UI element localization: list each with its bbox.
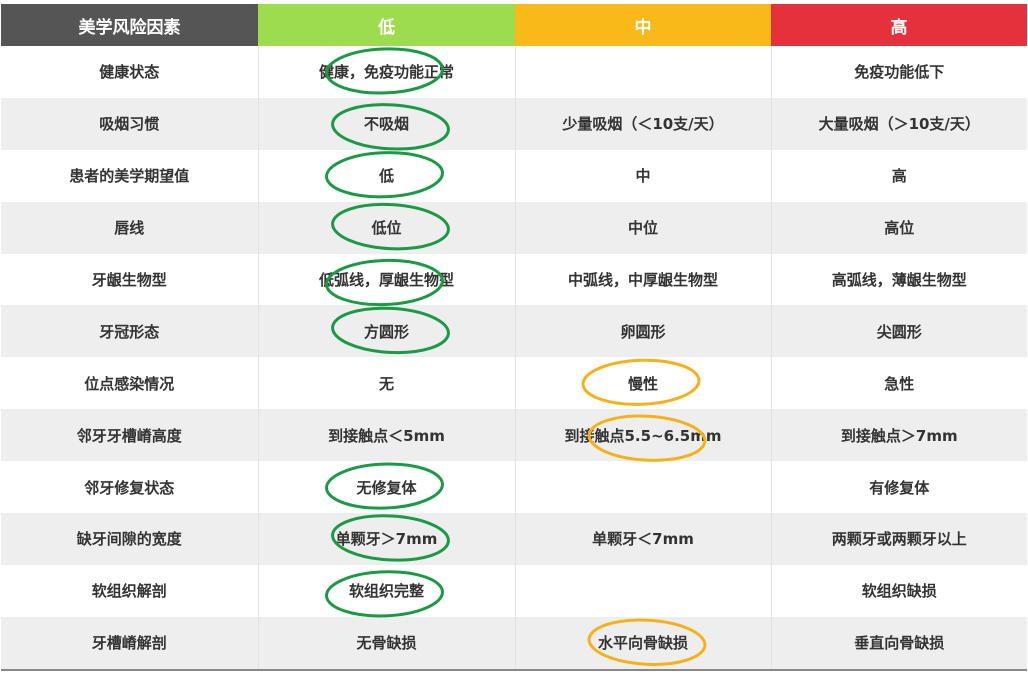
header-mid: 中 [515, 4, 771, 46]
table-header-row: 美学风险因素 低 中 高 [1, 4, 1027, 46]
table-row: 缺牙间隙的宽度 单颗牙＞7mm 单颗牙＜7mm 两颗牙或两颗牙以上 [1, 513, 1027, 565]
cell-mid: 中弧线，中厚龈生物型 [515, 253, 772, 306]
cell-mid: 少量吸烟（＜10支/天） [515, 97, 772, 150]
cell-factor: 软组织解剖 [1, 564, 259, 617]
table-row: 邻牙修复状态 无修复体 有修复体 [1, 461, 1027, 514]
cell-factor: 缺牙间隙的宽度 [1, 513, 259, 565]
cell-low: 低位 [258, 201, 516, 254]
cell-high: 到接触点＞7mm [771, 409, 1027, 462]
cell-factor: 邻牙修复状态 [1, 461, 259, 514]
cell-high: 免疫功能低下 [771, 46, 1027, 98]
cell-mid [515, 46, 772, 98]
cell-factor: 唇线 [1, 201, 259, 254]
header-factor: 美学风险因素 [1, 4, 258, 46]
header-high: 高 [771, 4, 1027, 46]
table-row: 健康状态 健康，免疫功能正常 免疫功能低下 [1, 46, 1027, 98]
cell-high: 有修复体 [771, 461, 1027, 514]
cell-mid [515, 564, 772, 617]
cell-factor: 牙槽嵴解剖 [1, 616, 259, 671]
cell-low: 低弧线，厚龈生物型 [258, 253, 516, 306]
cell-mid: 中位 [515, 201, 772, 254]
cell-high: 软组织缺损 [771, 564, 1027, 617]
cell-high: 大量吸烟（＞10支/天） [771, 97, 1027, 150]
table-row: 吸烟习惯 不吸烟 少量吸烟（＜10支/天） 大量吸烟（＞10支/天） [1, 97, 1027, 150]
cell-low: 软组织完整 [258, 564, 516, 617]
table-row: 患者的美学期望值 低 中 高 [1, 149, 1027, 202]
cell-mid: 到接触点5.5~6.5mm [515, 409, 772, 462]
cell-high: 急性 [771, 357, 1027, 410]
table-row: 位点感染情况 无 慢性 急性 [1, 357, 1027, 410]
cell-low: 单颗牙＞7mm [258, 513, 516, 565]
cell-factor: 吸烟习惯 [1, 97, 259, 150]
cell-high: 尖圆形 [771, 305, 1027, 358]
cell-low: 不吸烟 [258, 97, 516, 150]
cell-factor: 牙龈生物型 [1, 253, 259, 306]
cell-factor: 患者的美学期望值 [1, 149, 259, 202]
cell-low: 无修复体 [258, 461, 516, 514]
cell-factor: 位点感染情况 [1, 357, 259, 410]
cell-mid: 慢性 [515, 357, 772, 410]
table-row: 牙槽嵴解剖 无骨缺损 水平向骨缺损 垂直向骨缺损 [1, 616, 1027, 671]
cell-high: 两颗牙或两颗牙以上 [771, 513, 1027, 565]
cell-factor: 邻牙牙槽嵴高度 [1, 409, 259, 462]
cell-low: 无 [258, 357, 516, 410]
table-row: 邻牙牙槽嵴高度 到接触点＜5mm 到接触点5.5~6.5mm 到接触点＞7mm [1, 409, 1027, 462]
aesthetic-risk-table: 美学风险因素 低 中 高 健康状态 健康，免疫功能正常 免疫功能低下 吸烟习惯 … [1, 4, 1027, 671]
cell-low: 低 [258, 149, 516, 202]
header-low: 低 [258, 4, 515, 46]
cell-high: 高弧线，薄龈生物型 [771, 253, 1027, 306]
cell-low: 到接触点＜5mm [258, 409, 516, 462]
cell-mid: 水平向骨缺损 [515, 616, 772, 671]
risk-table-page: 美学风险因素 低 中 高 健康状态 健康，免疫功能正常 免疫功能低下 吸烟习惯 … [0, 0, 1028, 687]
cell-mid [515, 461, 772, 514]
table-row: 牙冠形态 方圆形 卵圆形 尖圆形 [1, 305, 1027, 358]
cell-high: 高 [771, 149, 1027, 202]
table-row: 牙龈生物型 低弧线，厚龈生物型 中弧线，中厚龈生物型 高弧线，薄龈生物型 [1, 253, 1027, 306]
table-row: 唇线 低位 中位 高位 [1, 201, 1027, 254]
cell-low: 无骨缺损 [258, 616, 516, 671]
table-row: 软组织解剖 软组织完整 软组织缺损 [1, 564, 1027, 617]
cell-factor: 健康状态 [1, 46, 259, 98]
cell-mid: 中 [515, 149, 772, 202]
cell-high: 高位 [771, 201, 1027, 254]
cell-mid: 卵圆形 [515, 305, 772, 358]
cell-high: 垂直向骨缺损 [771, 616, 1027, 671]
cell-factor: 牙冠形态 [1, 305, 259, 358]
cell-low: 健康，免疫功能正常 [258, 46, 516, 98]
cell-mid: 单颗牙＜7mm [515, 513, 772, 565]
cell-low: 方圆形 [258, 305, 516, 358]
